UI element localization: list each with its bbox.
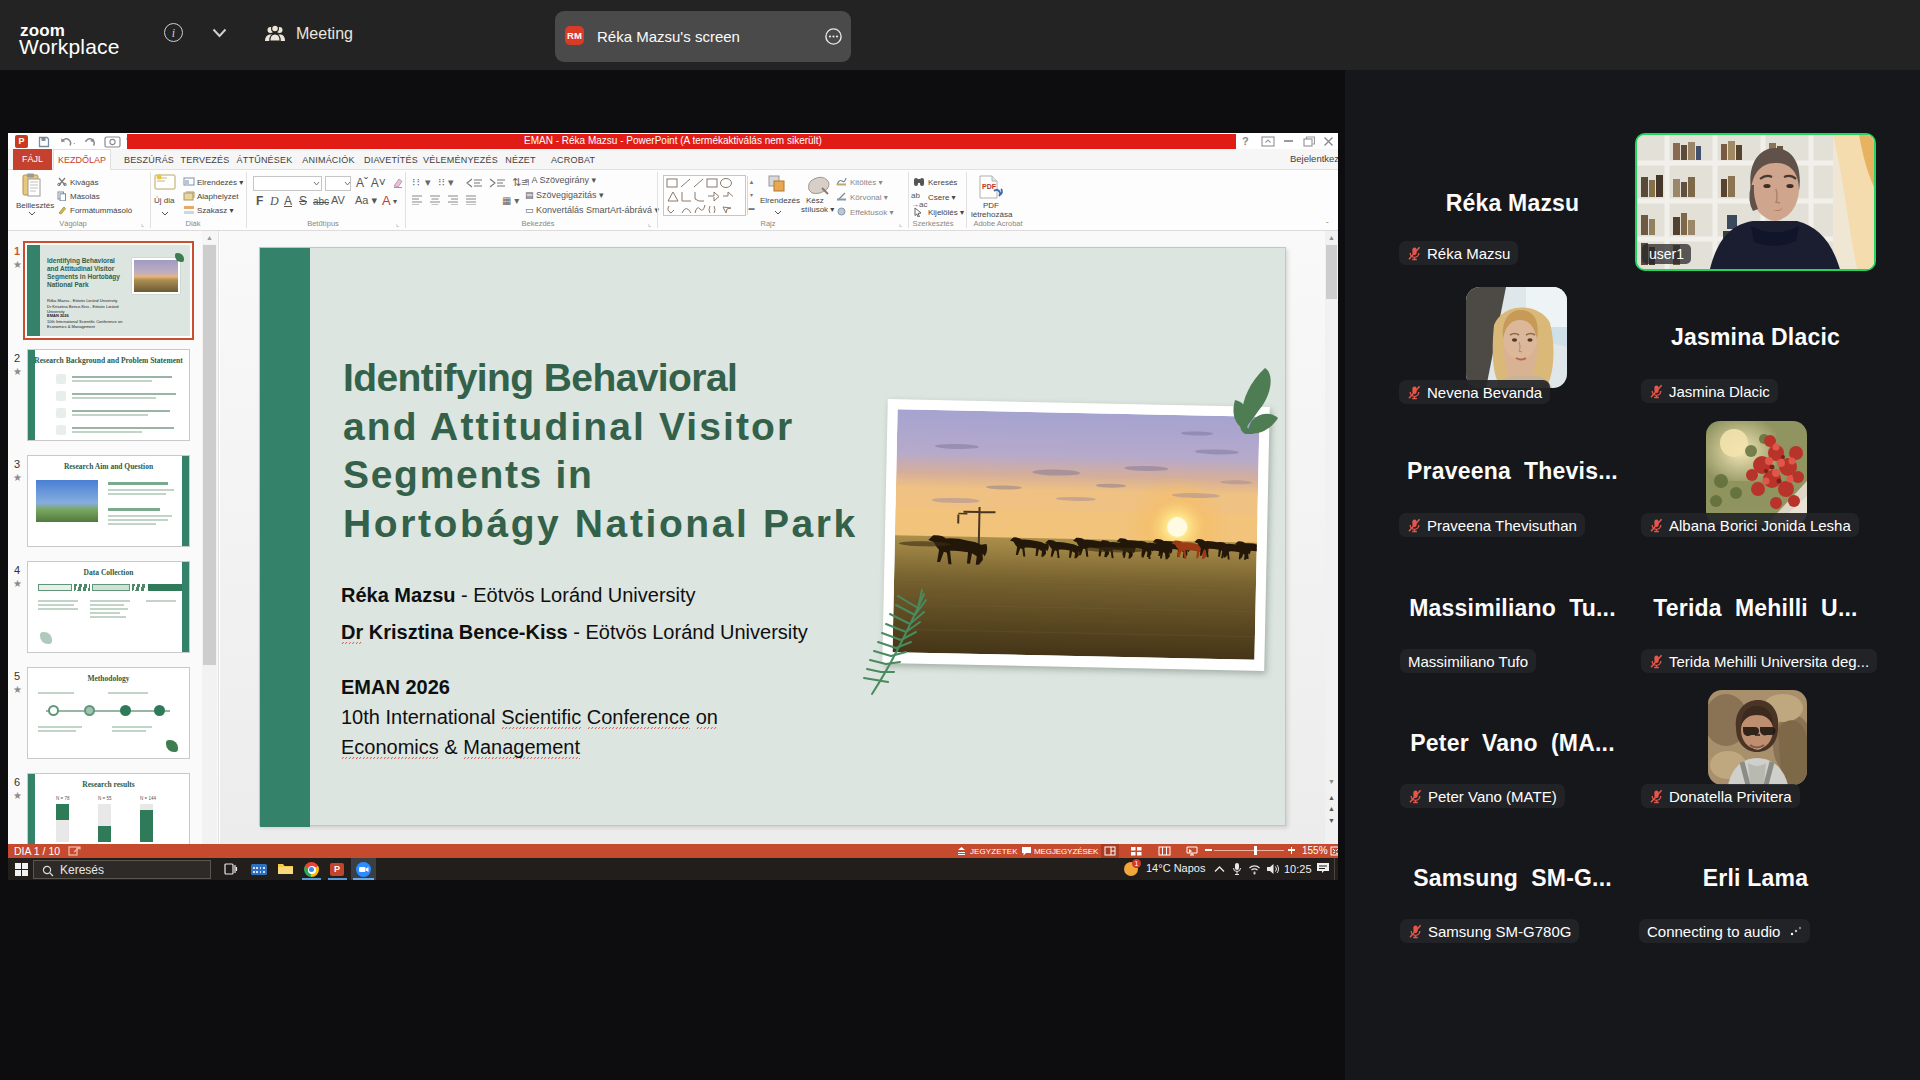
svg-text:PDF: PDF — [982, 183, 997, 190]
